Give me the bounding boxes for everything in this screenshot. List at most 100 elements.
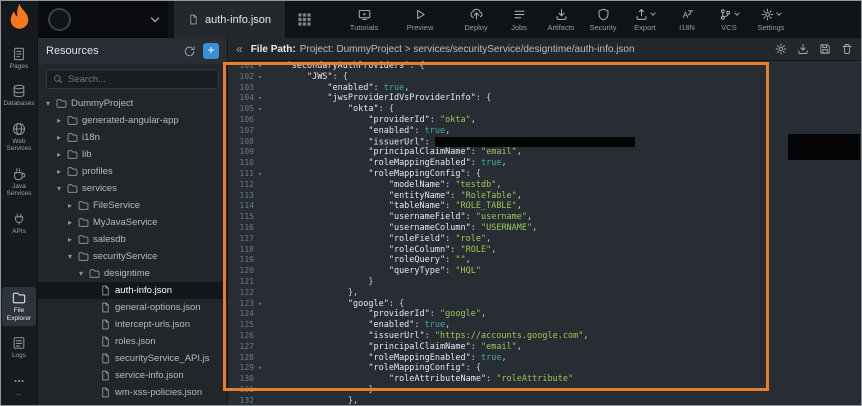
tree-folder-fileservice[interactable]: ▸FileService bbox=[38, 197, 227, 214]
code-line-127[interactable]: 127 "principalClaimName": "email", bbox=[228, 342, 861, 353]
tree-file-roles-json[interactable]: roles.json bbox=[38, 333, 227, 350]
code-line-126[interactable]: 126 "issuerUrl": "https://accounts.googl… bbox=[228, 331, 861, 342]
code-line-125[interactable]: 125 "enabled": true, bbox=[228, 320, 861, 331]
tree-file-wm-xss-policies-json[interactable]: wm-xss-policies.json bbox=[38, 384, 227, 401]
code-line-118[interactable]: 118 "roleColumn": "ROLE", bbox=[228, 245, 861, 256]
download-icon[interactable] bbox=[797, 43, 809, 55]
code-line-115[interactable]: 115 "usernameField": "username", bbox=[228, 212, 861, 223]
topbar-export-button[interactable]: Export bbox=[627, 7, 663, 32]
rail-item-java-services[interactable]: Java Services bbox=[2, 163, 36, 202]
delete-icon[interactable] bbox=[841, 43, 853, 55]
code-line-106[interactable]: 106 "providerId": "okta", bbox=[228, 115, 861, 126]
fold-toggle-icon[interactable]: ▾ bbox=[254, 93, 266, 104]
code-line-128[interactable]: 128 "roleMappingEnabled": true, bbox=[228, 353, 861, 364]
fold-toggle-icon[interactable]: ▾ bbox=[254, 169, 266, 180]
code-line-112[interactable]: 112 "modelName": "testdb", bbox=[228, 180, 861, 191]
code-line-129[interactable]: 129▾ "roleMappingConfig": { bbox=[228, 363, 861, 374]
code-line-111[interactable]: 111▾ "roleMappingConfig": { bbox=[228, 169, 861, 180]
code-line-131[interactable]: 131 } bbox=[228, 385, 861, 396]
code-line-108[interactable]: 108 "issuerUrl": bbox=[228, 137, 861, 148]
code-line-117[interactable]: 117 "roleField": "role", bbox=[228, 234, 861, 245]
code-line-120[interactable]: 120 "queryType": "HQL" bbox=[228, 266, 861, 277]
tree-toggle-icon[interactable]: ▾ bbox=[44, 99, 52, 108]
fold-toggle-icon[interactable]: ▾ bbox=[254, 299, 266, 310]
tree-file-auth-info-json[interactable]: auth-info.json bbox=[38, 282, 227, 299]
app-logo[interactable] bbox=[1, 1, 38, 38]
rail-item-pages[interactable]: Pages bbox=[2, 43, 36, 74]
refresh-icon[interactable] bbox=[183, 45, 196, 58]
save-icon[interactable] bbox=[819, 43, 831, 55]
editor-settings-icon[interactable] bbox=[775, 43, 787, 55]
code-line-119[interactable]: 119 "roleQuery": "", bbox=[228, 255, 861, 266]
tree-file-securityservice-api-js[interactable]: securityService_API.js bbox=[38, 350, 227, 367]
topbar-artifacts-button[interactable]: Artifacts bbox=[543, 7, 579, 32]
tree-toggle-icon[interactable]: ▾ bbox=[55, 184, 63, 193]
tree-toggle-icon[interactable]: ▸ bbox=[55, 133, 63, 142]
rail-item-logs[interactable]: Logs bbox=[2, 332, 36, 363]
fold-toggle-icon[interactable]: ▾ bbox=[254, 363, 266, 374]
code-line-116[interactable]: 116 "usernameColumn": "USERNAME", bbox=[228, 223, 861, 234]
topbar-preview-button[interactable]: Preview bbox=[402, 7, 438, 32]
tree-folder-designtime[interactable]: ▾designtime bbox=[38, 265, 227, 282]
tree-toggle-icon[interactable]: ▾ bbox=[77, 269, 85, 278]
tree-folder-myjavaservice[interactable]: ▸MyJavaService bbox=[38, 214, 227, 231]
tree-folder-i18n[interactable]: ▸i18n bbox=[38, 129, 227, 146]
topbar-i18n-button[interactable]: AI18N bbox=[669, 7, 705, 32]
tree-toggle-icon[interactable]: ▸ bbox=[55, 150, 63, 159]
tree-folder-securityservice[interactable]: ▾securityService bbox=[38, 248, 227, 265]
tree-toggle-icon[interactable]: ▸ bbox=[55, 116, 63, 125]
code-line-130[interactable]: 130 "roleAttributeName": "roleAttribute" bbox=[228, 374, 861, 385]
rail-item-databases[interactable]: Databases bbox=[2, 80, 36, 111]
apps-grid-icon[interactable] bbox=[297, 12, 312, 27]
code-editor[interactable]: 101▾ "secondaryAuthProviders": {102▾ "JW… bbox=[228, 61, 861, 405]
code-line-104[interactable]: 104▾ "jwsProviderIdVsProviderInfo": { bbox=[228, 93, 861, 104]
rail-item-web-services[interactable]: Web Services bbox=[2, 118, 36, 157]
code-line-113[interactable]: 113 "entityName": "RoleTable", bbox=[228, 191, 861, 202]
collapse-panel-button[interactable]: « bbox=[236, 43, 243, 55]
tree-folder-salesdb[interactable]: ▸salesdb bbox=[38, 231, 227, 248]
fold-toggle-icon[interactable]: ▾ bbox=[254, 72, 266, 83]
code-line-123[interactable]: 123▾ "google": { bbox=[228, 299, 861, 310]
topbar-jobs-button[interactable]: Jobs bbox=[501, 7, 537, 32]
tree-toggle-icon[interactable]: ▸ bbox=[55, 167, 63, 176]
code-line-109[interactable]: 109 "principalClaimName": "email", bbox=[228, 147, 861, 158]
tree-folder-lib[interactable]: ▸lib bbox=[38, 146, 227, 163]
code-line-103[interactable]: 103 "enabled": true, bbox=[228, 83, 861, 94]
tree-file-general-options-json[interactable]: general-options.json bbox=[38, 299, 227, 316]
rail-item-file-explorer[interactable]: File Explorer bbox=[2, 287, 36, 326]
tree-toggle-icon[interactable]: ▸ bbox=[66, 201, 74, 210]
code-line-101[interactable]: 101▾ "secondaryAuthProviders": { bbox=[228, 61, 861, 72]
tree-folder-profiles[interactable]: ▸profiles bbox=[38, 163, 227, 180]
topbar-deploy-button[interactable]: Deploy bbox=[458, 7, 494, 32]
rail-item-apis[interactable]: APIs bbox=[2, 208, 36, 239]
search-input[interactable] bbox=[68, 74, 212, 85]
tree-folder-generated-angular-app[interactable]: ▸generated-angular-app bbox=[38, 112, 227, 129]
code-line-132[interactable]: 132 }, bbox=[228, 396, 861, 405]
rail-item-more[interactable]: ... bbox=[2, 370, 36, 401]
tree-toggle-icon[interactable]: ▾ bbox=[66, 252, 74, 261]
project-selector[interactable] bbox=[38, 1, 168, 38]
topbar-security-button[interactable]: Security bbox=[585, 7, 621, 32]
tree-folder-services[interactable]: ▾services bbox=[38, 180, 227, 197]
tree-file-intercept-urls-json[interactable]: intercept-urls.json bbox=[38, 316, 227, 333]
code-line-102[interactable]: 102▾ "JWS": { bbox=[228, 72, 861, 83]
fold-toggle-icon[interactable]: ▾ bbox=[254, 61, 266, 72]
code-line-122[interactable]: 122 }, bbox=[228, 288, 861, 299]
tree-file-service-info-json[interactable]: service-info.json bbox=[38, 367, 227, 384]
code-line-114[interactable]: 114 "tableName": "ROLE_TABLE", bbox=[228, 201, 861, 212]
topbar-tutorials-button[interactable]: Tutorials bbox=[346, 7, 382, 32]
tree-toggle-icon[interactable]: ▸ bbox=[66, 218, 74, 227]
code-line-124[interactable]: 124 "providerId": "google", bbox=[228, 309, 861, 320]
code-line-107[interactable]: 107 "enabled": true, bbox=[228, 126, 861, 137]
resource-search[interactable] bbox=[46, 69, 219, 89]
fold-toggle-icon[interactable]: ▾ bbox=[254, 104, 266, 115]
tree-folder-dummyproject[interactable]: ▾DummyProject bbox=[38, 95, 227, 112]
add-resource-button[interactable]: + bbox=[203, 43, 219, 59]
code-line-105[interactable]: 105▾ "okta": { bbox=[228, 104, 861, 115]
topbar-settings-button[interactable]: Settings bbox=[753, 7, 789, 32]
tree-toggle-icon[interactable]: ▸ bbox=[66, 235, 74, 244]
open-file-tab[interactable]: auth-info.json bbox=[174, 1, 285, 38]
topbar-vcs-button[interactable]: VCS bbox=[711, 7, 747, 32]
code-line-110[interactable]: 110 "roleMappingEnabled": true, bbox=[228, 158, 861, 169]
code-line-121[interactable]: 121 } bbox=[228, 277, 861, 288]
